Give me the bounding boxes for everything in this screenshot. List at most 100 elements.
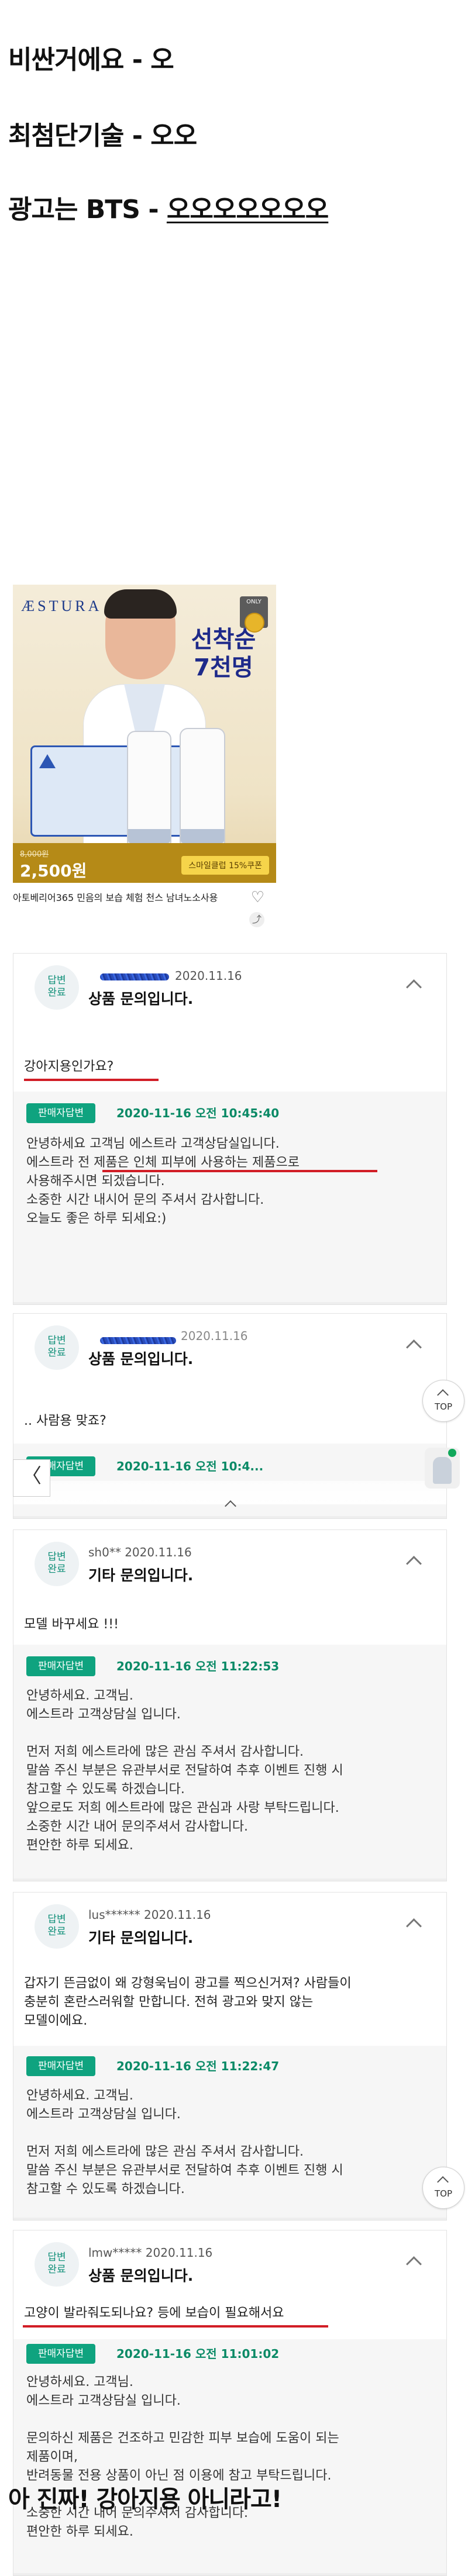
answer-line: 편안한 하루 되세요. bbox=[26, 1838, 133, 1853]
qa-type: 기타 문의입니다. bbox=[88, 1929, 194, 1946]
qa-item[interactable]: 답변 완료 2020.11.16 상품 문의입니다. .. 사람용 맞죠? 판매… bbox=[13, 1313, 447, 1519]
question-text: 갑자기 뜬금없이 왜 강형욱님이 광고를 찍으신거져? 사람들이 충분히 혼란스… bbox=[24, 1974, 433, 2031]
qa-author: lus****** 2020.11.16 bbox=[88, 1908, 211, 1922]
collapse-chevron-icon[interactable] bbox=[406, 1556, 422, 1572]
qa-item[interactable]: 답변 완료 lmw***** 2020.11.16 상품 문의입니다. 고양이 … bbox=[13, 2230, 447, 2576]
product-card[interactable]: ÆSTURA ONLY 선착순 7천명 8,000원 2,500원 스마일클럽 … bbox=[13, 585, 276, 935]
answer-line: 에스트라 고객상담실 입니다. bbox=[26, 2107, 181, 2122]
qa-type: 상품 문의입니다. bbox=[88, 1351, 194, 1368]
arrow-up-icon bbox=[437, 1389, 449, 1401]
headline-3: 광고는 BTS - 오오오오오오오 bbox=[8, 188, 329, 226]
author-name: lus****** bbox=[88, 1908, 140, 1922]
answer-line: 사용해주시면 되겠습니다. bbox=[26, 1174, 165, 1189]
qa-header[interactable]: 답변 완료 lus****** 2020.11.16 기타 문의입니다. bbox=[13, 1893, 446, 1951]
seller-answer-badge: 판매자답변 bbox=[26, 1656, 95, 1676]
qa-date: 2020.11.16 bbox=[125, 1545, 192, 1559]
censor-scribble bbox=[100, 973, 169, 980]
product-tube-2 bbox=[180, 728, 225, 844]
question-text: .. 사람용 맞죠? bbox=[24, 1414, 106, 1428]
collapse-chevron-icon[interactable] bbox=[406, 979, 422, 995]
headline-1: 비싼거에요 - 오 bbox=[8, 45, 174, 75]
scroll-top-button[interactable]: TOP bbox=[422, 1380, 464, 1422]
qa-item[interactable]: 답변 완료 lus****** 2020.11.16 기타 문의입니다. 갑자기… bbox=[13, 1892, 447, 2221]
product-ad-image[interactable]: ÆSTURA ONLY 선착순 7천명 8,000원 2,500원 스마일클럽 … bbox=[13, 585, 276, 883]
qa-date: 2020.11.16 bbox=[144, 1908, 211, 1922]
only-badge-label: ONLY bbox=[246, 599, 261, 605]
answer-date: 2020-11-16 오전 11:22:53 bbox=[116, 1659, 280, 1673]
qa-type: 기타 문의입니다. bbox=[88, 1567, 194, 1584]
author-name: sh0** bbox=[88, 1545, 121, 1559]
answer-line: 앞으로도 저희 에스트라에 많은 관심과 사랑 부탁드립니다. bbox=[26, 1801, 339, 1815]
headline-3-prefix: 광고는 BTS - bbox=[8, 195, 167, 225]
question-line: 충분히 혼란스러워할 만합니다. 전혀 광고와 맞지 않는 bbox=[24, 1995, 314, 2009]
coupon-badge[interactable]: 스마일클럽 15%쿠폰 bbox=[181, 856, 269, 875]
answer-line: 문의하신 제품은 건조하고 민감한 피부 보습에 도움이 되는 bbox=[26, 2431, 339, 2446]
qa-header[interactable]: 답변 완료 sh0** 2020.11.16 기타 문의입니다. bbox=[13, 1530, 446, 1589]
answer-line: 안녕하세요. 고객님. bbox=[26, 1688, 133, 1703]
answered-badge: 답변 완료 bbox=[35, 1325, 79, 1370]
answered-badge: 답변 완료 bbox=[35, 1542, 79, 1586]
qa-header[interactable]: 답변 완료 lmw***** 2020.11.16 상품 문의입니다. bbox=[13, 2230, 446, 2289]
answer-date: 2020-11-16 오전 10:45:40 bbox=[116, 1106, 280, 1120]
answer-line: 안녕하세요 고객님 에스트라 고객상담실입니다. bbox=[26, 1137, 280, 1151]
collapse-chevron-icon[interactable] bbox=[406, 1918, 422, 1934]
qa-header[interactable]: 답변 완료 2020.11.16 상품 문의입니다. bbox=[13, 1314, 446, 1372]
qa-date: 2020.11.16 bbox=[181, 1329, 248, 1343]
qa-author: lmw***** 2020.11.16 bbox=[88, 2246, 212, 2260]
only-badge: ONLY bbox=[240, 596, 268, 633]
answered-badge: 답변 완료 bbox=[35, 1904, 79, 1949]
censor-scribble bbox=[100, 1337, 176, 1344]
question-text: 강아지용인가요? bbox=[24, 1059, 114, 1074]
mini-product-icon[interactable] bbox=[425, 1448, 460, 1489]
ad-headline-line2: 7천명 bbox=[194, 654, 253, 681]
seller-answer: 판매자답변 2020-11-16 오전 10:45:40 안녕하세요 고객님 에… bbox=[13, 1092, 446, 1303]
product-name[interactable]: 아토베리어365 민음의 보습 체험 천스 남녀노소사용 bbox=[13, 892, 235, 904]
heart-icon[interactable]: ♡ bbox=[251, 889, 264, 906]
answer-line: 소중한 시간 내어 문의주셔서 감사합니다. bbox=[26, 1819, 249, 1834]
red-underline bbox=[24, 1079, 159, 1081]
answer-date: 2020-11-16 오전 10:4... bbox=[116, 1459, 264, 1473]
seller-answer: 판매자답변 2020-11-16 오전 11:01:02 안녕하세요. 고객님.… bbox=[13, 2339, 446, 2574]
brand-triangle-icon bbox=[39, 754, 56, 768]
closing-caption: 아 진짜! 강아지용 아니라고! bbox=[8, 2486, 282, 2513]
qa-item[interactable]: 답변 완료 sh0** 2020.11.16 기타 문의입니다. 모델 바꾸세요… bbox=[13, 1529, 447, 1881]
qa-header[interactable]: 답변 완료 2020.11.16 상품 문의입니다. bbox=[13, 954, 446, 1012]
headline-2: 최첨단기술 - 오오 bbox=[8, 121, 197, 151]
product-tube-1 bbox=[127, 731, 171, 844]
ad-headline-line1: 선착순 bbox=[191, 626, 256, 653]
answer-line: 에스트라 고객상담실 입니다. bbox=[26, 2394, 181, 2408]
answer-line: 안녕하세요. 고객님. bbox=[26, 2375, 133, 2389]
scroll-top-button[interactable]: TOP bbox=[422, 2167, 464, 2209]
arrow-up-icon bbox=[437, 2176, 449, 2188]
back-button[interactable]: 〈 bbox=[13, 1459, 50, 1497]
collapse-chevron-icon[interactable] bbox=[406, 1339, 422, 1355]
answer-line: 말씀 주신 부분은 유관부서로 전달하여 추후 이벤트 진행 시 bbox=[26, 1763, 343, 1778]
seller-answer-badge: 판매자답변 bbox=[26, 2344, 95, 2364]
answer-line: 오늘도 좋은 하루 되세요:) bbox=[26, 1211, 167, 1226]
answer-date: 2020-11-16 오전 11:01:02 bbox=[116, 2347, 280, 2361]
qa-date: 2020.11.16 bbox=[175, 969, 242, 983]
ad-headline: 선착순 7천명 bbox=[188, 626, 259, 682]
price-bar: 8,000원 2,500원 스마일클럽 15%쿠폰 bbox=[13, 843, 276, 883]
qa-type: 상품 문의입니다. bbox=[88, 990, 194, 1007]
seller-answer-badge: 판매자답변 bbox=[26, 1103, 95, 1123]
answer-date: 2020-11-16 오전 11:22:47 bbox=[116, 2059, 280, 2073]
share-icon[interactable]: ⤴ bbox=[249, 912, 264, 927]
red-underline bbox=[23, 2325, 328, 2328]
sale-price: 2,500원 bbox=[20, 861, 87, 880]
answer-body: 안녕하세요. 고객님. 에스트라 고객상담실 입니다. 먼저 저희 에스트라에 … bbox=[26, 1687, 430, 1855]
answer-line: 말씀 주신 부분은 유관부서로 전달하여 추후 이벤트 진행 시 bbox=[26, 2163, 343, 2178]
qa-author: sh0** 2020.11.16 bbox=[88, 1545, 192, 1559]
collapse-chevron-icon[interactable] bbox=[406, 2256, 422, 2272]
answer-line: 에스트라 고객상담실 입니다. bbox=[26, 1707, 181, 1722]
headline-3-emphasis: 오오오오오오오 bbox=[166, 195, 329, 225]
answer-line: 먼저 저희 에스트라에 많은 관심 주셔서 감사합니다. bbox=[26, 1745, 304, 1759]
question-text: 모델 바꾸세요 !!! bbox=[24, 1617, 119, 1632]
answer-body: 안녕하세요. 고객님. 에스트라 고객상담실 입니다. 먼저 저희 에스트라에 … bbox=[26, 2087, 430, 2199]
answered-badge: 답변 완료 bbox=[35, 965, 79, 1010]
seller-answer-badge: 판매자답변 bbox=[26, 2056, 95, 2076]
question-line: 갑자기 뜬금없이 왜 강형욱님이 광고를 찍으신거져? 사람들이 bbox=[24, 1976, 352, 1991]
qa-item[interactable]: 답변 완료 2020.11.16 상품 문의입니다. 강아지용인가요? 판매자답… bbox=[13, 953, 447, 1305]
answered-badge: 답변 완료 bbox=[35, 2242, 79, 2287]
answer-line: 참고할 수 있도록 하겠습니다. bbox=[26, 2182, 185, 2197]
